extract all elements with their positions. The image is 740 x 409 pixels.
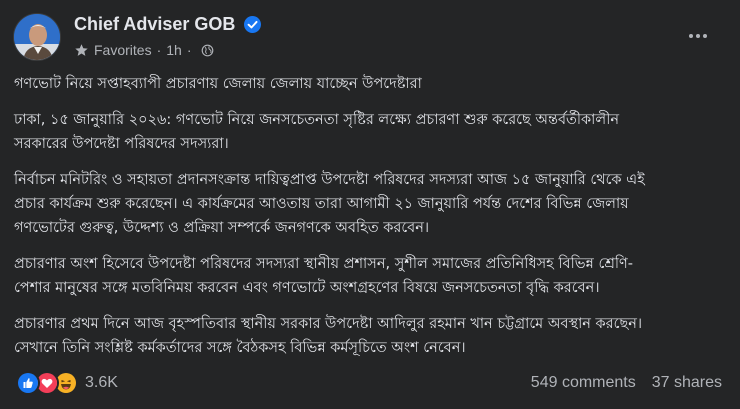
reaction-count[interactable]: 3.6K bbox=[85, 374, 118, 392]
post-headline: গণভোট নিয়ে সপ্তাহব্যাপী প্রচারণায় জেলা… bbox=[14, 76, 422, 92]
post-paragraph: প্রচারণার প্রথম দিনে আজ বৃহস্পতিবার স্থা… bbox=[14, 316, 643, 356]
post-paragraph: প্রচারণার অংশ হিসেবে উপদেষ্টা পরিষদের সদ… bbox=[14, 256, 634, 296]
post-footer: 3.6K 549 comments 37 shares bbox=[0, 366, 740, 402]
post-body: গণভোট নিয়ে সপ্তাহব্যাপী প্রচারণায় জেলা… bbox=[14, 72, 726, 372]
engagement-stats: 549 comments 37 shares bbox=[531, 374, 722, 392]
post-header: Chief Adviser GOB Favorites · 1h · bbox=[0, 0, 740, 70]
like-icon bbox=[16, 371, 40, 395]
more-options-button[interactable] bbox=[678, 22, 718, 50]
globe-icon[interactable] bbox=[201, 44, 214, 57]
star-icon bbox=[75, 43, 88, 56]
page-name[interactable]: Chief Adviser GOB bbox=[74, 14, 235, 35]
separator-dot: · bbox=[186, 42, 192, 58]
post-paragraph: ঢাকা, ১৫ জানুয়ারি ২০২৬: গণভোট নিয়ে জনস… bbox=[14, 112, 619, 152]
facebook-post: Chief Adviser GOB Favorites · 1h · গণভোট… bbox=[0, 0, 740, 409]
shares-count[interactable]: 37 shares bbox=[652, 374, 722, 392]
reactions-summary[interactable]: 3.6K bbox=[16, 371, 118, 395]
separator-dot: · bbox=[156, 42, 162, 58]
audience-label[interactable]: Favorites bbox=[94, 42, 152, 58]
page-avatar[interactable] bbox=[13, 13, 61, 61]
post-paragraph: নির্বাচন মনিটরিং ও সহায়তা প্রদানসংক্রান… bbox=[14, 172, 645, 236]
comments-count[interactable]: 549 comments bbox=[531, 374, 636, 392]
verified-badge-icon bbox=[244, 16, 261, 33]
post-meta: Favorites · 1h · bbox=[74, 41, 214, 59]
post-timestamp[interactable]: 1h bbox=[166, 42, 182, 58]
more-options-icon bbox=[689, 34, 707, 38]
